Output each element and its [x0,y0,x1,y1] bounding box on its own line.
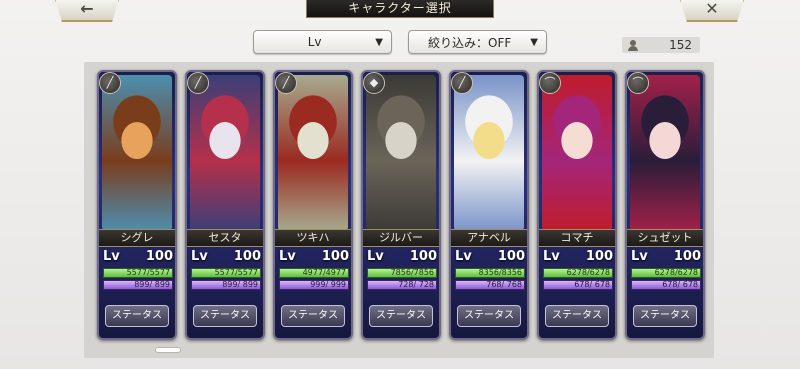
level-label: Lv [279,249,296,264]
character-portrait [366,75,436,231]
character-portrait [190,75,260,231]
status-button[interactable]: ステータス [369,305,433,327]
status-button[interactable]: ステータス [193,305,257,327]
hp-bar: 5577/5577 [191,268,261,278]
bow-icon: ⌒ [627,72,649,94]
character-portrait [454,75,524,231]
level-value: 100 [497,249,525,264]
hp-bar: 6278/6278 [631,268,701,278]
status-button[interactable]: ステータス [281,305,345,327]
character-name: アナベル [451,229,527,247]
mp-bar: 678/ 678 [543,280,613,290]
level-label: Lv [543,249,560,264]
level-row: Lv 100 [103,249,173,267]
level-label: Lv [103,249,120,264]
character-card[interactable]: ⌒ シュゼット Lv 100 6278/6278 678/ 678 ステータス [625,70,705,340]
level-value: 100 [409,249,437,264]
arrow-left-icon: ← [80,0,94,18]
hp-bar: 4977/4977 [279,268,349,278]
gauntlet-icon: ◆ [363,72,385,94]
level-value: 100 [585,249,613,264]
bow-icon: ⌒ [539,72,561,94]
level-value: 100 [321,249,349,264]
mp-bar: 999/ 999 [279,280,349,290]
chevron-down-icon: ▼ [530,36,538,48]
level-label: Lv [631,249,648,264]
character-card[interactable]: ╱ シグレ Lv 100 5577/5577 899/ 899 ステータス [97,70,177,340]
spear-icon: ╱ [451,72,473,94]
character-name: ツキハ [275,229,351,247]
level-value: 100 [145,249,173,264]
character-card[interactable]: ╱ セスタ Lv 100 5577/5577 899/ 899 ステータス [185,70,265,340]
character-portrait [102,75,172,231]
hp-bar: 6278/6278 [543,268,613,278]
mp-bar: 899/ 899 [191,280,261,290]
status-button[interactable]: ステータス [105,305,169,327]
level-value: 100 [673,249,701,264]
mp-bar: 678/ 678 [631,280,701,290]
level-value: 100 [233,249,261,264]
filter-dropdown[interactable]: 絞り込み：OFF ▼ [408,30,547,54]
chevron-down-icon: ▼ [375,36,383,48]
sort-dropdown-label: Lv [307,35,322,49]
character-name: コマチ [539,229,615,247]
level-row: Lv 100 [279,249,349,267]
character-name: ジルバー [363,229,439,247]
level-label: Lv [455,249,472,264]
character-name: シグレ [99,229,175,247]
hp-bar: 5577/5577 [103,268,173,278]
character-name: シュゼット [627,229,703,247]
character-portrait [542,75,612,231]
back-button[interactable]: ← [54,0,120,22]
level-row: Lv 100 [455,249,525,267]
character-count-value: 152 [669,38,692,52]
mp-bar: 899/ 899 [103,280,173,290]
sort-dropdown[interactable]: Lv ▼ [253,30,392,54]
level-row: Lv 100 [631,249,701,267]
mp-bar: 768/ 768 [455,280,525,290]
character-card[interactable]: ◆ ジルバー Lv 100 7856/7856 728/ 728 ステータス [361,70,441,340]
hp-bar: 7856/7856 [367,268,437,278]
mp-bar: 728/ 728 [367,280,437,290]
character-card[interactable]: ⌒ コマチ Lv 100 6278/6278 678/ 678 ステータス [537,70,617,340]
level-row: Lv 100 [367,249,437,267]
page-title: キャラクター選択 [306,0,494,18]
close-button[interactable]: ✕ [679,0,745,22]
spear-icon: ╱ [275,72,297,94]
hp-bar: 8356/8356 [455,268,525,278]
status-button[interactable]: ステータス [633,305,697,327]
filter-dropdown-label: 絞り込み：OFF [428,35,512,50]
character-count: 152 [622,37,700,53]
spear-icon: ╱ [99,72,121,94]
character-card[interactable]: ╱ ツキハ Lv 100 4977/4977 999/ 999 ステータス [273,70,353,340]
status-button[interactable]: ステータス [545,305,609,327]
spear-icon: ╱ [187,72,209,94]
close-icon: ✕ [705,0,719,18]
level-row: Lv 100 [191,249,261,267]
character-portrait [630,75,700,231]
character-card[interactable]: ╱ アナベル Lv 100 8356/8356 768/ 768 ステータス [449,70,529,340]
person-icon [628,39,638,51]
character-portrait [278,75,348,231]
horizontal-scrollbar[interactable] [155,347,181,353]
character-name: セスタ [187,229,263,247]
level-row: Lv 100 [543,249,613,267]
level-label: Lv [367,249,384,264]
level-label: Lv [191,249,208,264]
status-button[interactable]: ステータス [457,305,521,327]
